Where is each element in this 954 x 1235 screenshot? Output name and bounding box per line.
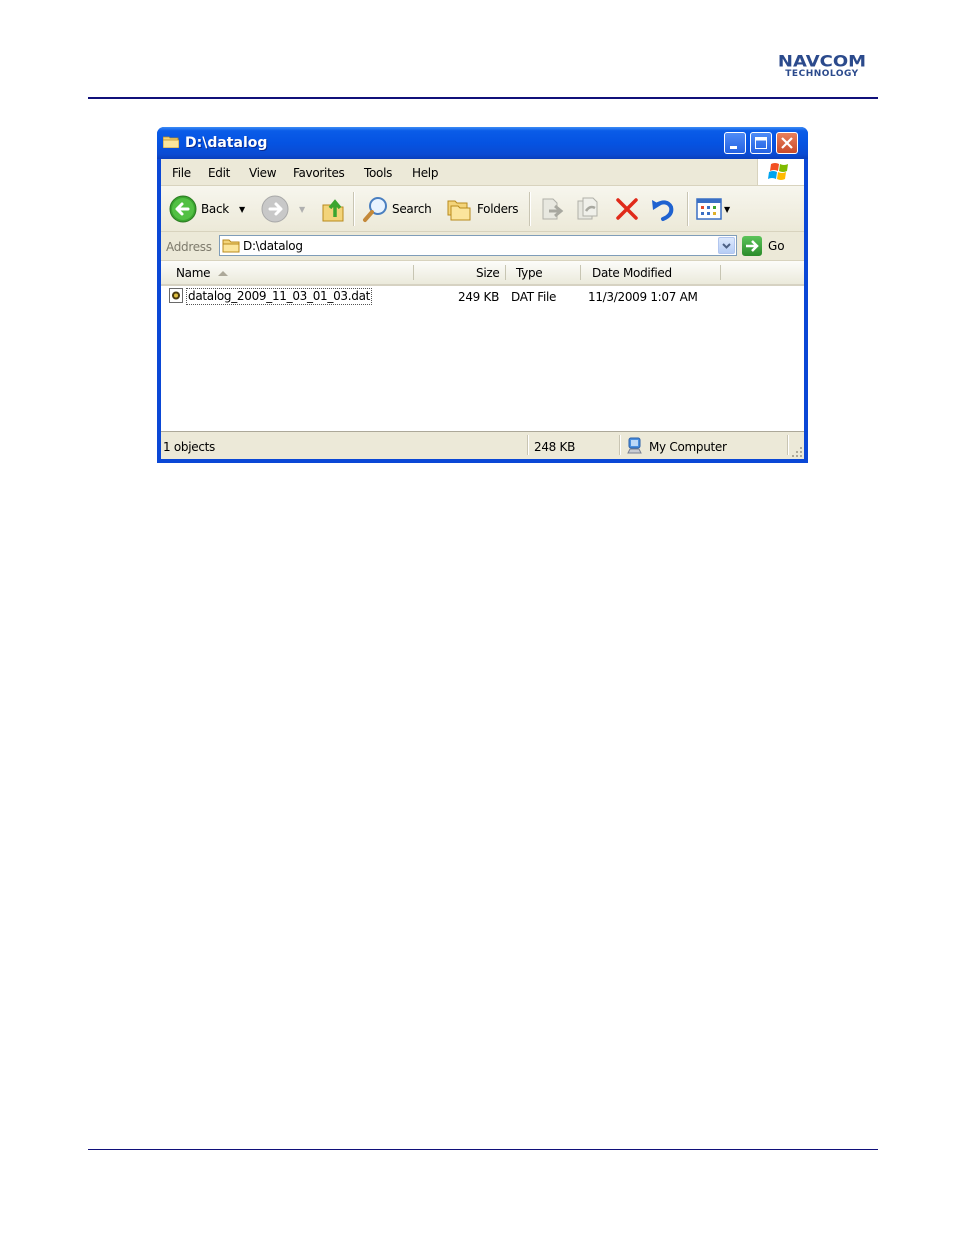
menu-favorites[interactable]: Favorites <box>293 166 345 180</box>
forward-button[interactable]: ▼ <box>261 195 305 223</box>
folders-button[interactable]: Folders <box>446 195 519 223</box>
status-divider <box>527 435 529 455</box>
column-divider[interactable] <box>580 265 581 280</box>
dat-file-icon <box>169 288 183 303</box>
menu-view[interactable]: View <box>249 166 277 180</box>
menu-bar: File Edit View Favorites Tools Help <box>161 159 804 186</box>
column-header: Name Size Type Date Modified <box>161 261 804 286</box>
file-type: DAT File <box>511 290 557 304</box>
menu-tools[interactable]: Tools <box>364 166 392 180</box>
views-button[interactable]: ▼ <box>695 195 730 223</box>
menu-edit[interactable]: Edit <box>208 166 230 180</box>
navcom-logo: NAVCOM TECHNOLOGY <box>762 53 882 79</box>
toolbar-separator <box>687 192 689 226</box>
minimize-button[interactable] <box>724 132 746 154</box>
move-to-icon <box>542 198 564 220</box>
delete-icon <box>616 198 638 220</box>
search-label: Search <box>392 202 432 216</box>
views-icon <box>696 198 722 220</box>
my-computer-icon <box>627 437 642 454</box>
column-name[interactable]: Name <box>176 266 229 280</box>
column-divider[interactable] <box>505 265 506 280</box>
window-client: File Edit View Favorites Tools Help Back… <box>161 159 804 459</box>
close-icon <box>781 137 793 149</box>
maximize-icon <box>755 137 767 149</box>
folders-icon <box>447 200 471 221</box>
minimize-icon <box>730 146 737 149</box>
file-name[interactable]: datalog_2009_11_03_01_03.dat <box>186 288 373 305</box>
maximize-button[interactable] <box>750 132 772 154</box>
logo-line-2: TECHNOLOGY <box>785 69 859 79</box>
footer-rule <box>88 1149 878 1150</box>
chevron-down-icon <box>722 243 731 249</box>
search-icon <box>363 197 387 222</box>
column-name-label: Name <box>176 266 211 280</box>
column-date-modified[interactable]: Date Modified <box>592 266 672 280</box>
copy-to-icon <box>577 197 598 220</box>
toolbar-separator <box>353 192 355 226</box>
address-value: D:\datalog <box>243 239 303 253</box>
go-arrow-icon <box>742 236 762 256</box>
menu-file[interactable]: File <box>172 166 191 180</box>
file-list: Name Size Type Date Modified datalog_200… <box>161 261 804 431</box>
status-object-count: 1 objects <box>163 440 215 454</box>
views-dropdown-icon: ▼ <box>724 204 730 214</box>
status-bar: 1 objects 248 KB My Computer <box>161 431 804 459</box>
back-dropdown-icon[interactable]: ▼ <box>239 205 245 214</box>
back-icon <box>169 195 197 223</box>
file-size: 249 KB <box>458 290 500 304</box>
back-button[interactable]: Back ▼ <box>169 195 245 223</box>
up-button[interactable] <box>321 195 347 223</box>
column-divider[interactable] <box>413 265 414 280</box>
status-divider <box>787 435 789 455</box>
folders-label: Folders <box>477 202 519 216</box>
windows-logo <box>757 159 804 185</box>
address-dropdown-button[interactable] <box>718 237 735 254</box>
address-bar: Address D:\datalog Go <box>161 232 804 261</box>
back-label: Back <box>201 202 229 216</box>
undo-icon <box>652 200 674 221</box>
toolbar-separator <box>529 192 531 226</box>
windows-flag-icon <box>768 163 788 180</box>
address-label: Address <box>166 240 212 254</box>
file-row[interactable]: datalog_2009_11_03_01_03.dat 249 KB DAT … <box>161 287 804 305</box>
column-type[interactable]: Type <box>516 266 543 280</box>
column-divider[interactable] <box>720 265 721 280</box>
forward-dropdown-icon: ▼ <box>299 204 305 214</box>
status-location: My Computer <box>649 440 727 454</box>
search-button[interactable]: Search <box>361 195 432 223</box>
explorer-window: D:\datalog File Edit View Favorites Tool… <box>157 127 808 463</box>
toolbar: Back ▼ ▼ Search Folders ▼ <box>161 186 804 232</box>
header-rule <box>88 97 878 99</box>
up-folder-icon <box>322 199 344 222</box>
title-bar[interactable]: D:\datalog <box>157 127 808 159</box>
file-date-modified: 11/3/2009 1:07 AM <box>588 290 698 304</box>
logo-line-1: NAVCOM <box>777 52 867 71</box>
sort-ascending-icon <box>218 271 229 276</box>
window-title: D:\datalog <box>185 135 268 151</box>
column-size[interactable]: Size <box>476 266 500 280</box>
address-input[interactable]: D:\datalog <box>219 235 737 256</box>
copy-to-button[interactable] <box>575 195 603 223</box>
status-divider <box>619 435 621 455</box>
status-size: 248 KB <box>534 440 576 454</box>
undo-button[interactable] <box>649 195 677 223</box>
close-button[interactable] <box>776 132 798 154</box>
resize-grip-icon[interactable] <box>791 446 803 458</box>
go-label: Go <box>768 239 785 253</box>
delete-button[interactable] <box>613 195 641 223</box>
move-to-button[interactable] <box>539 195 567 223</box>
folder-icon <box>222 239 240 253</box>
forward-icon <box>261 195 289 223</box>
folder-icon <box>163 136 179 148</box>
menu-help[interactable]: Help <box>412 166 438 180</box>
go-button[interactable]: Go <box>742 235 785 257</box>
